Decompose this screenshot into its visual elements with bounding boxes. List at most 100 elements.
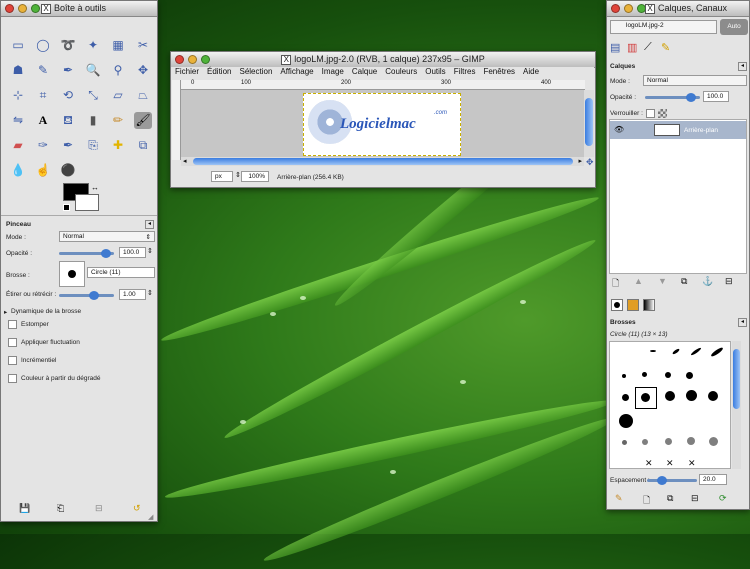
horizontal-ruler[interactable]: 0 100 200 300 400 xyxy=(181,80,585,90)
menu-fichier[interactable]: Fichier xyxy=(175,67,199,80)
paths-tab-icon[interactable]: ⟋ xyxy=(644,41,652,54)
undo-tab-icon[interactable]: ✎ xyxy=(661,41,670,54)
save-options-icon[interactable]: 💾 xyxy=(19,503,30,514)
default-colors-icon[interactable] xyxy=(63,204,70,211)
navigate-icon[interactable]: ✥ xyxy=(586,157,594,168)
expander-icon[interactable]: ▸ xyxy=(4,308,7,316)
menu-calque[interactable]: Calque xyxy=(352,67,377,80)
magic-wand-icon[interactable]: ✦ xyxy=(84,37,102,54)
pencil-icon[interactable]: ✏ xyxy=(109,112,127,129)
smudge-icon[interactable]: ☝ xyxy=(34,162,52,179)
layers-titlebar[interactable]: X Calques, Canaux xyxy=(607,1,749,17)
select-by-color-icon[interactable]: ▦ xyxy=(109,37,127,54)
opacity-knob[interactable] xyxy=(101,249,111,258)
toolbox-titlebar[interactable]: X Boîte à outils xyxy=(1,1,157,17)
checkbox-fluctuation[interactable] xyxy=(8,338,17,347)
crop-icon[interactable]: ⌗ xyxy=(34,87,52,104)
dynamics-label[interactable]: Dynamique de la brosse xyxy=(11,308,81,315)
layers-tab-icon[interactable]: ▤ xyxy=(610,41,620,54)
horizontal-scrollbar[interactable]: ◂ ▸ xyxy=(181,157,584,166)
delete-options-icon[interactable]: ⊟ xyxy=(95,503,103,514)
move-icon[interactable]: ✥ xyxy=(134,62,152,79)
checkbox-gradient[interactable] xyxy=(8,374,17,383)
scale-icon[interactable]: ⤡ xyxy=(84,87,102,104)
blur-icon[interactable]: 💧 xyxy=(9,162,27,179)
anchor-layer-icon[interactable]: ⚓ xyxy=(702,276,713,287)
panel-menu-icon[interactable]: ◂ xyxy=(738,62,747,71)
ink-icon[interactable]: ✒ xyxy=(59,137,77,154)
close-button[interactable] xyxy=(5,4,14,13)
background-color[interactable] xyxy=(75,194,99,211)
stepper-icon[interactable]: ⇕ xyxy=(235,171,241,179)
checkbox-incremental[interactable] xyxy=(8,356,17,365)
scale-field[interactable]: 1.00 xyxy=(119,289,146,300)
zoom-button[interactable] xyxy=(31,4,40,13)
airbrush-icon[interactable]: ✑ xyxy=(34,137,52,154)
lower-layer-icon[interactable]: ▼ xyxy=(658,276,667,286)
zoom-icon[interactable]: 🔍 xyxy=(84,62,102,79)
reset-options-icon[interactable]: ↺ xyxy=(133,503,141,514)
panel-menu-icon[interactable]: ◂ xyxy=(738,318,747,327)
minimize-button[interactable] xyxy=(18,4,27,13)
dodge-burn-icon[interactable]: ⚫ xyxy=(59,162,77,179)
image-canvas[interactable]: Logicielmac .com xyxy=(303,93,461,156)
rotate-icon[interactable]: ⟲ xyxy=(59,87,77,104)
lasso-icon[interactable]: ➰ xyxy=(59,37,77,54)
layer-mode-select[interactable]: Normal xyxy=(643,75,747,86)
paths-icon[interactable]: ✎ xyxy=(34,62,52,79)
refresh-brushes-icon[interactable]: ⟳ xyxy=(719,493,727,504)
menu-fenetres[interactable]: Fenêtres xyxy=(483,67,515,80)
flip-icon[interactable]: ⇋ xyxy=(9,112,27,129)
menu-edition[interactable]: Édition xyxy=(207,67,231,80)
image-titlebar[interactable]: XlogoLM.jpg-2.0 (RVB, 1 calque) 237x95 –… xyxy=(171,52,595,68)
lock-checkbox[interactable] xyxy=(646,109,655,118)
stepper-icon[interactable]: ⇕ xyxy=(147,247,153,255)
menu-outils[interactable]: Outils xyxy=(425,67,445,80)
measure-icon[interactable]: ⚲ xyxy=(109,62,127,79)
scroll-left-icon[interactable]: ◂ xyxy=(183,157,187,165)
delete-layer-icon[interactable]: ⊟ xyxy=(725,276,733,287)
image-select[interactable]: logoLM.jpg-2 xyxy=(610,20,717,34)
scissors-icon[interactable]: ✂ xyxy=(134,37,152,54)
shear-icon[interactable]: ▱ xyxy=(109,87,127,104)
clone-icon[interactable]: ⎘ xyxy=(84,137,102,154)
layer-row[interactable]: 👁 Arrière-plan xyxy=(610,121,746,139)
brush-preview[interactable] xyxy=(59,261,85,287)
channels-tab-icon[interactable]: ▥ xyxy=(627,41,637,54)
stepper-icon[interactable]: ⇕ xyxy=(147,289,153,297)
duplicate-layer-icon[interactable]: ⧉ xyxy=(681,276,687,287)
menu-filtres[interactable]: Filtres xyxy=(454,67,476,80)
foreground-select-icon[interactable]: ☗ xyxy=(9,62,27,79)
panel-menu-icon[interactable]: ◂ xyxy=(145,220,154,229)
swap-colors-icon[interactable]: ↔ xyxy=(91,183,99,192)
duplicate-brush-icon[interactable]: ⧉ xyxy=(667,493,673,504)
menu-image[interactable]: Image xyxy=(322,67,344,80)
blend-icon[interactable]: ▮ xyxy=(84,112,102,129)
vertical-ruler[interactable] xyxy=(172,80,181,160)
scroll-thumb[interactable] xyxy=(585,98,593,146)
menu-selection[interactable]: Sélection xyxy=(239,67,272,80)
menu-couleurs[interactable]: Couleurs xyxy=(385,67,417,80)
align-icon[interactable]: ⊹ xyxy=(9,87,27,104)
auto-button[interactable]: Auto xyxy=(720,19,748,35)
restore-options-icon[interactable]: ⎗ xyxy=(57,503,64,514)
zoom-field[interactable]: 100% xyxy=(241,171,269,182)
rect-select-icon[interactable]: ▭ xyxy=(9,37,27,54)
raise-layer-icon[interactable]: ▲ xyxy=(634,276,643,286)
scroll-right-icon[interactable]: ▸ xyxy=(578,157,582,165)
brush-grid[interactable]: ✕ ✕ ✕ xyxy=(609,341,731,469)
layer-opacity-knob[interactable] xyxy=(686,93,696,102)
vertical-scrollbar[interactable] xyxy=(584,90,594,157)
layer-opacity-field[interactable]: 100.0 xyxy=(703,91,729,102)
eraser-icon[interactable]: ▰ xyxy=(9,137,27,154)
bucket-fill-icon[interactable]: ⛾ xyxy=(59,112,77,129)
scroll-thumb[interactable] xyxy=(733,349,740,409)
perspective-clone-icon[interactable]: ⧉ xyxy=(134,137,152,154)
scale-knob[interactable] xyxy=(89,291,99,300)
text-icon[interactable]: A xyxy=(34,112,52,129)
brushes-tab[interactable] xyxy=(611,299,623,311)
brush-scrollbar[interactable] xyxy=(732,341,741,469)
checkbox-estomper[interactable] xyxy=(8,320,17,329)
scroll-thumb[interactable] xyxy=(193,158,573,165)
menu-aide[interactable]: Aide xyxy=(523,67,539,80)
